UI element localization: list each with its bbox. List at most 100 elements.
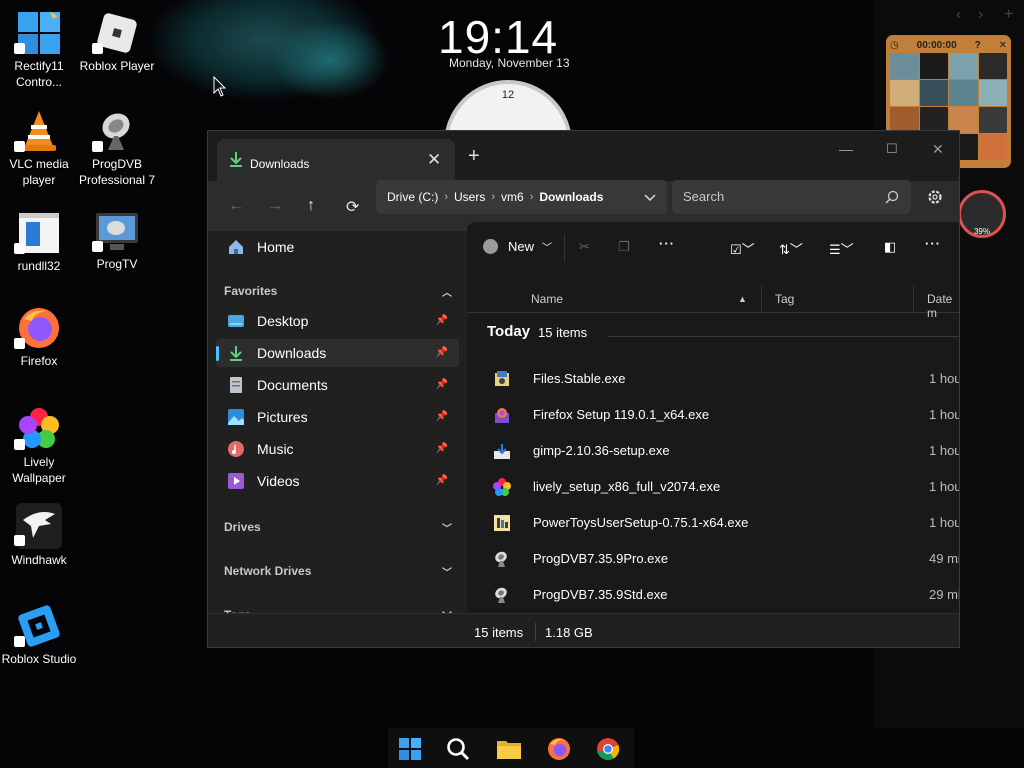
desktop-icon-label: ProgDVB Professional 7	[78, 157, 156, 187]
sort-icon[interactable]: ⇅﹀	[779, 239, 803, 258]
desktop-icon-label: VLC media player	[9, 157, 69, 187]
favorites-header[interactable]: Favorites ︿	[224, 284, 452, 299]
start-menu-icon[interactable]	[397, 736, 423, 762]
favorites-header-label: Favorites	[224, 284, 278, 298]
group-header[interactable]: Today	[487, 323, 530, 340]
pin-icon[interactable]: 📌	[436, 443, 448, 454]
close-tab-icon[interactable]: ✕	[427, 150, 441, 170]
desktop-icon-rundll32[interactable]: rundll32	[0, 210, 78, 274]
sidebar-item-desktop[interactable]: Desktop 📌	[216, 307, 459, 335]
sidebar-item-downloads[interactable]: Downloads 📌	[216, 339, 459, 367]
address-bar[interactable]: Drive (C:) › Users › vm6 › Downloads	[376, 180, 667, 214]
sidebar-item-music[interactable]: Music 📌	[216, 435, 459, 463]
refresh-icon[interactable]: ⟳	[346, 197, 359, 217]
status-bar: 15 items 1.18 GB	[208, 613, 959, 647]
chevron-down-icon[interactable]: ﹀	[442, 564, 452, 579]
desktop-icon-progdvb[interactable]: ProgDVB Professional 7	[78, 108, 156, 188]
file-name: ProgDVB7.35.9Pro.exe	[533, 551, 669, 566]
chevron-up-icon[interactable]: ︿	[442, 284, 452, 299]
sidebar-item-label: Home	[257, 239, 295, 255]
lively-icon	[493, 478, 511, 496]
pin-icon[interactable]: 📌	[436, 411, 448, 422]
status-divider	[535, 623, 536, 641]
desktop-icon-rectify11[interactable]: Rectify11 Contro...	[0, 10, 78, 90]
tab-label: Downloads	[250, 157, 310, 171]
sidebar-item-label: Music	[257, 441, 294, 457]
file-name: gimp-2.10.36-setup.exe	[533, 443, 670, 458]
pin-icon[interactable]: 📌	[436, 379, 448, 390]
table-row[interactable]: Files.Stable.exe 1 hour	[467, 361, 959, 397]
view-icon[interactable]: ☰﹀	[829, 239, 854, 258]
plus-icon[interactable]: +	[1004, 6, 1013, 24]
pin-icon[interactable]: 📌	[436, 315, 448, 326]
chevron-right-icon[interactable]: ›	[978, 6, 983, 24]
file-date: 49 mi	[929, 551, 960, 566]
table-row[interactable]: lively_setup_x86_full_v2074.exe 1 hour	[467, 469, 959, 505]
search-box[interactable]: Search	[672, 180, 911, 214]
gear-icon[interactable]	[926, 188, 944, 206]
table-row[interactable]: PowerToysUserSetup-0.75.1-x64.exe 1 hour	[467, 505, 959, 541]
table-row[interactable]: Firefox Setup 119.0.1_x64.exe 1 hour	[467, 397, 959, 433]
desktop-icon-vlc[interactable]: VLC media player	[0, 108, 78, 188]
select-icon[interactable]: ☑﹀	[730, 239, 755, 258]
puzzle-timer: 00:00:00	[916, 39, 957, 51]
desktop-icon-progtv[interactable]: ProgTV	[78, 208, 156, 272]
maximize-icon[interactable]: ☐	[886, 141, 898, 157]
firefox-icon[interactable]	[546, 736, 572, 762]
desktop-icon-roblox-player[interactable]: Roblox Player	[78, 10, 156, 74]
desktop-icon-firefox[interactable]: Firefox	[0, 305, 78, 369]
details-pane-icon[interactable]: ◧	[884, 239, 896, 255]
cut-icon[interactable]: ✂	[579, 239, 590, 255]
minimize-icon[interactable]: —	[839, 141, 853, 157]
pin-icon[interactable]: 📌	[436, 475, 448, 486]
desktop-icon-label: Rectify11 Contro...	[14, 59, 64, 89]
copy-icon[interactable]: ❐	[618, 239, 630, 255]
close-icon[interactable]: ✕	[999, 40, 1007, 51]
status-item-count: 15 items	[474, 625, 524, 640]
desktop-icon-roblox-studio[interactable]: Roblox Studio	[0, 603, 78, 667]
close-window-icon[interactable]: ✕	[932, 141, 944, 158]
sidebar-item-documents[interactable]: Documents 📌	[216, 371, 459, 399]
table-row[interactable]: gimp-2.10.36-setup.exe 1 hour	[467, 433, 959, 469]
sidebar-item-home[interactable]: Home	[216, 233, 459, 261]
desktop-icon-label: Windhawk	[11, 553, 67, 567]
network-drives-header[interactable]: Network Drives ﹀	[224, 564, 452, 579]
title-bar[interactable]: Downloads ✕ + — ☐ ✕	[208, 131, 959, 181]
sidebar-item-pictures[interactable]: Pictures 📌	[216, 403, 459, 431]
drives-header[interactable]: Drives ﹀	[224, 520, 452, 535]
table-row[interactable]: ProgDVB7.35.9Std.exe 29 mi	[467, 577, 959, 613]
up-arrow-icon[interactable]: ↑	[307, 197, 315, 215]
new-circle-icon	[483, 239, 498, 254]
gauge-value: 39%	[973, 227, 990, 236]
breadcrumb-user[interactable]: vm6	[501, 190, 524, 204]
desktop-icon-lively[interactable]: Lively Wallpaper	[0, 406, 78, 486]
more-options-icon[interactable]: ···	[659, 236, 675, 251]
group-divider	[608, 336, 959, 337]
chevron-left-icon[interactable]: ‹	[956, 6, 961, 24]
shortcut-arrow-icon	[14, 141, 25, 152]
file-explorer-icon[interactable]	[496, 736, 522, 762]
column-tag[interactable]: Tag	[775, 292, 794, 306]
sidebar-item-videos[interactable]: Videos 📌	[216, 467, 459, 495]
pin-icon[interactable]: 📌	[436, 347, 448, 358]
chevron-down-icon[interactable]: ﹀	[442, 520, 452, 535]
breadcrumb-users[interactable]: Users	[454, 190, 485, 204]
help-icon[interactable]: ?	[975, 40, 981, 51]
forward-arrow-icon[interactable]: →	[267, 197, 283, 215]
chrome-icon[interactable]	[595, 736, 621, 762]
column-divider[interactable]	[913, 285, 914, 313]
breadcrumb-current[interactable]: Downloads	[539, 190, 603, 204]
search-icon[interactable]	[445, 736, 471, 762]
tab-downloads[interactable]: Downloads ✕	[217, 139, 455, 181]
table-row[interactable]: ProgDVB7.35.9Pro.exe 49 mi	[467, 541, 960, 577]
desktop-icon-windhawk[interactable]: Windhawk	[0, 502, 78, 568]
more-options-icon[interactable]: ···	[925, 236, 941, 251]
column-divider[interactable]	[761, 285, 762, 313]
breadcrumb-drive[interactable]: Drive (C:)	[387, 190, 438, 204]
new-tab-button[interactable]: +	[468, 145, 480, 168]
new-button[interactable]: New ﹀	[483, 239, 552, 254]
chevron-down-icon[interactable]	[643, 190, 657, 204]
back-arrow-icon[interactable]: ←	[228, 197, 244, 215]
column-name[interactable]: Name	[531, 292, 563, 306]
column-date[interactable]: Date m	[927, 292, 959, 320]
